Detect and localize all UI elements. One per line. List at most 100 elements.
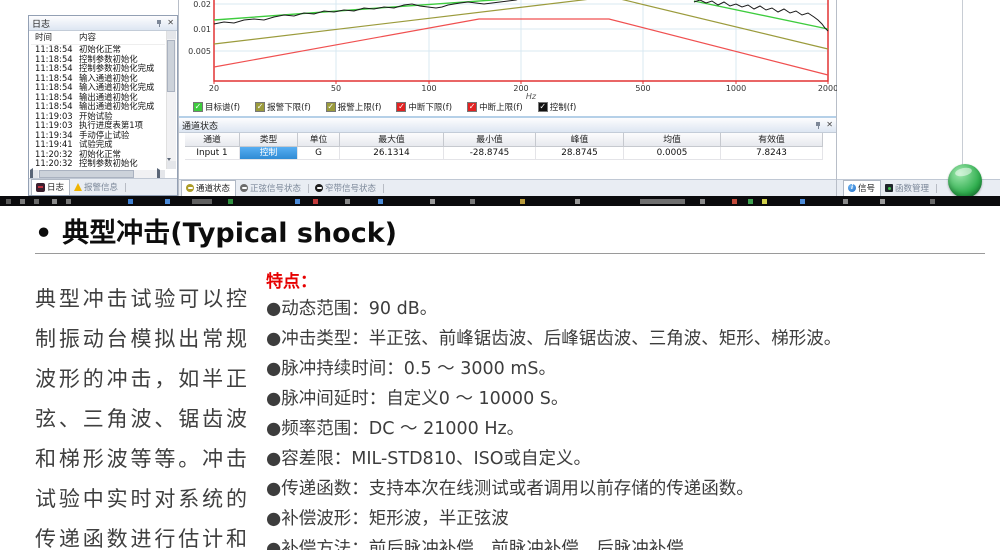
feature-item: ●传递函数：支持本次在线测试或者调用以前存储的传递函数。 (266, 474, 996, 504)
tab-signal[interactable]: i 信号 (843, 180, 881, 196)
log-row[interactable]: 11:20:32控制参数初始化 (31, 159, 165, 169)
left-paragraph: 典型冲击试验可以控制振动台模拟出常规波形的冲击，如半正弦、三角波、锯齿波和梯形波… (35, 279, 247, 550)
taskbar-icon (165, 199, 170, 204)
log-vertical-scrollbar[interactable] (166, 31, 176, 169)
document-region: •典型冲击(Typical shock) 典型冲击试验可以控制振动台模拟出常规波… (0, 206, 1000, 550)
legend-checkbox[interactable]: ✓ (538, 102, 548, 112)
legend-label: 报警上限(f) (338, 101, 382, 113)
tab-alarm-info[interactable]: 报警信息 (70, 180, 123, 195)
tab-separator (308, 184, 309, 193)
tab-sine-signal-status[interactable]: 正弦信号状态 (236, 181, 306, 196)
feature-item: ●容差限：MIL-STD810、ISO或自定义。 (266, 444, 996, 474)
legend-item[interactable]: ✓报警下限(f) (255, 101, 311, 113)
channel-table-row[interactable]: Input 1控制G26.1314-28.874528.87450.00057.… (185, 147, 836, 160)
log-column-content: 内容 (79, 31, 96, 44)
taskbar-icon (520, 199, 525, 204)
column-header: 类型 (240, 133, 298, 147)
signal-info-icon: i (848, 184, 856, 192)
taskbar-icon (345, 199, 350, 204)
feature-item: ●脉冲持续时间：0.5 ～ 3000 mS。 (266, 354, 996, 384)
feature-item: ●频率范围：DC ～ 21000 Hz。 (266, 414, 996, 444)
paragraph-line: 和梯形波等等。冲击 (35, 439, 247, 479)
feature-item: ●脉冲间延时：自定义0 ～ 10000 S。 (266, 384, 996, 414)
paragraph-line: 传递函数进行估计和 (35, 519, 247, 550)
taskbar-icon (930, 199, 935, 204)
heading-bullet: • (35, 218, 52, 249)
taskbar-icon (34, 199, 39, 204)
taskbar-icon (732, 199, 737, 204)
taskbar-strip[interactable] (0, 196, 1000, 206)
svg-text:0.005: 0.005 (188, 47, 211, 56)
features-list: ●动态范围：90 dB。●冲击类型：半正弦、前峰锯齿波、后峰锯齿波、三角波、矩形… (266, 294, 996, 550)
scroll-up-icon[interactable] (167, 31, 176, 39)
taskbar-icon (843, 199, 848, 204)
chart-zone: 2050100200500100020000.020.010.005Hz ✓目标… (179, 0, 836, 118)
heading-underline (35, 253, 985, 254)
legend-checkbox[interactable]: ✓ (255, 102, 265, 112)
taskbar-icon (880, 199, 885, 204)
legend-label: 中断下限(f) (408, 101, 452, 113)
function-manager-icon (885, 184, 893, 192)
column-header: 通道 (185, 133, 240, 147)
taskbar-icon (295, 199, 300, 204)
taskbar-icon (430, 199, 435, 204)
tab-narrowband-signal-status[interactable]: 窄带信号状态 (311, 181, 381, 196)
taskbar-icon (575, 199, 580, 204)
chart-legend: ✓目标谱(f)✓报警下限(f)✓报警上限(f)✓中断下限(f)✓中断上限(f)✓… (193, 100, 576, 114)
spectrum-chart: 2050100200500100020000.020.010.005Hz (179, 0, 838, 100)
channel-panel-titlebar: 通道状态 ✕ (179, 118, 836, 133)
column-header: 最小值 (444, 133, 536, 147)
legend-checkbox[interactable]: ✓ (467, 102, 477, 112)
channel-panel-title: 通道状态 (182, 119, 814, 132)
svg-text:Hz: Hz (526, 92, 537, 100)
close-icon[interactable]: ✕ (167, 19, 174, 27)
taskbar-icon (700, 199, 705, 204)
legend-item[interactable]: ✓目标谱(f) (193, 101, 240, 113)
panel-divider (962, 0, 963, 180)
close-icon[interactable]: ✕ (826, 121, 833, 129)
scroll-right-icon[interactable] (157, 170, 165, 178)
paragraph-line: 制振动台模拟出常规 (35, 319, 247, 359)
tab-log[interactable]: 日志 (31, 179, 70, 195)
paragraph-line: 波形的冲击，如半正 (35, 359, 247, 399)
narrowband-signal-icon (315, 184, 323, 192)
scrollbar-thumb[interactable] (167, 40, 175, 92)
scroll-down-icon[interactable] (167, 161, 176, 169)
page-title: •典型冲击(Typical shock) (35, 219, 397, 249)
tab-function-manager[interactable]: 函数管理 (881, 181, 934, 196)
table-cell: 26.1314 (340, 147, 444, 160)
legend-item[interactable]: ✓报警上限(f) (326, 101, 382, 113)
log-panel-tabbar: 日志 报警信息 (29, 178, 177, 195)
taskbar-icon (313, 199, 318, 204)
feature-item: ●动态范围：90 dB。 (266, 294, 996, 324)
legend-checkbox[interactable]: ✓ (193, 102, 203, 112)
taskbar-icon (6, 199, 11, 204)
start-button[interactable] (948, 164, 982, 196)
taskbar-icon (52, 199, 57, 204)
svg-text:500: 500 (635, 84, 650, 93)
pin-icon[interactable] (814, 121, 822, 130)
tab-separator (383, 184, 384, 193)
warning-icon (74, 183, 82, 191)
pin-icon[interactable] (155, 19, 163, 28)
log-horizontal-scrollbar[interactable] (30, 170, 165, 178)
scroll-left-icon[interactable] (30, 170, 38, 178)
legend-item[interactable]: ✓控制(f) (538, 101, 577, 113)
tab-channel-status[interactable]: 通道状态 (181, 180, 236, 196)
legend-item[interactable]: ✓中断上限(f) (467, 101, 523, 113)
legend-item[interactable]: ✓中断下限(f) (396, 101, 452, 113)
taskbar-icon (378, 199, 383, 204)
type-cell: 控制 (240, 147, 298, 160)
main-panel: 2050100200500100020000.020.010.005Hz ✓目标… (178, 0, 837, 196)
taskbar-icon (66, 199, 71, 204)
legend-checkbox[interactable]: ✓ (396, 102, 406, 112)
taskbar-icon (800, 199, 805, 204)
svg-text:100: 100 (421, 84, 436, 93)
paragraph-line: 典型冲击试验可以控 (35, 279, 247, 319)
legend-checkbox[interactable]: ✓ (326, 102, 336, 112)
scrollbar-thumb[interactable] (39, 170, 134, 178)
feature-item: ●补偿波形：矩形波，半正弦波 (266, 504, 996, 534)
table-cell: -28.8745 (444, 147, 536, 160)
channel-status-icon (186, 184, 194, 192)
legend-label: 报警下限(f) (267, 101, 311, 113)
